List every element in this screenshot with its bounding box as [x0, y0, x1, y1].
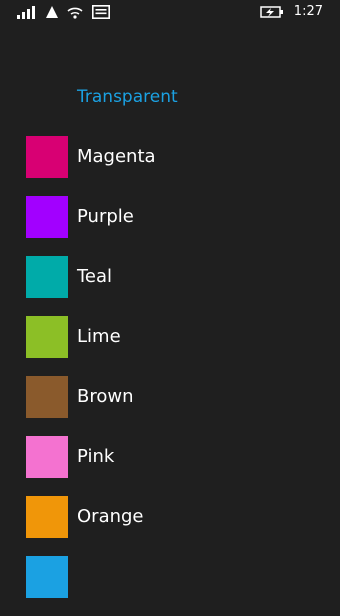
color-swatch: [26, 196, 68, 238]
color-label: Purple: [77, 206, 134, 227]
color-label: Teal: [77, 266, 113, 287]
color-option-brown[interactable]: Brown: [0, 376, 340, 436]
data-connection-icon: [45, 4, 59, 23]
color-option-lime[interactable]: Lime: [0, 316, 340, 376]
color-swatch: [26, 256, 68, 298]
battery-charging-icon: [260, 4, 284, 23]
color-swatch: [26, 376, 68, 418]
message-icon: [92, 4, 110, 23]
color-swatch: [26, 436, 68, 478]
color-list: Magenta Purple Teal Lime Brown Pink Orange: [0, 136, 340, 616]
signal-bars-icon: [17, 4, 39, 23]
color-option-item-7[interactable]: [0, 556, 340, 616]
color-label: Brown: [77, 386, 134, 407]
color-option-pink[interactable]: Pink: [0, 436, 340, 496]
status-bar: 1:27: [0, 0, 340, 24]
color-swatch: [26, 136, 68, 178]
color-swatch: [26, 556, 68, 598]
color-label: Lime: [77, 326, 121, 347]
color-option-teal[interactable]: Teal: [0, 256, 340, 316]
transparent-option[interactable]: Transparent: [77, 87, 178, 107]
color-swatch: [26, 496, 68, 538]
color-label: Pink: [77, 446, 115, 467]
color-option-orange[interactable]: Orange: [0, 496, 340, 556]
status-time: 1:27: [293, 4, 323, 19]
color-option-magenta[interactable]: Magenta: [0, 136, 340, 196]
color-option-purple[interactable]: Purple: [0, 196, 340, 256]
color-swatch: [26, 316, 68, 358]
wifi-icon: [67, 4, 83, 23]
color-label: Orange: [77, 506, 144, 527]
color-label: Magenta: [77, 146, 156, 167]
